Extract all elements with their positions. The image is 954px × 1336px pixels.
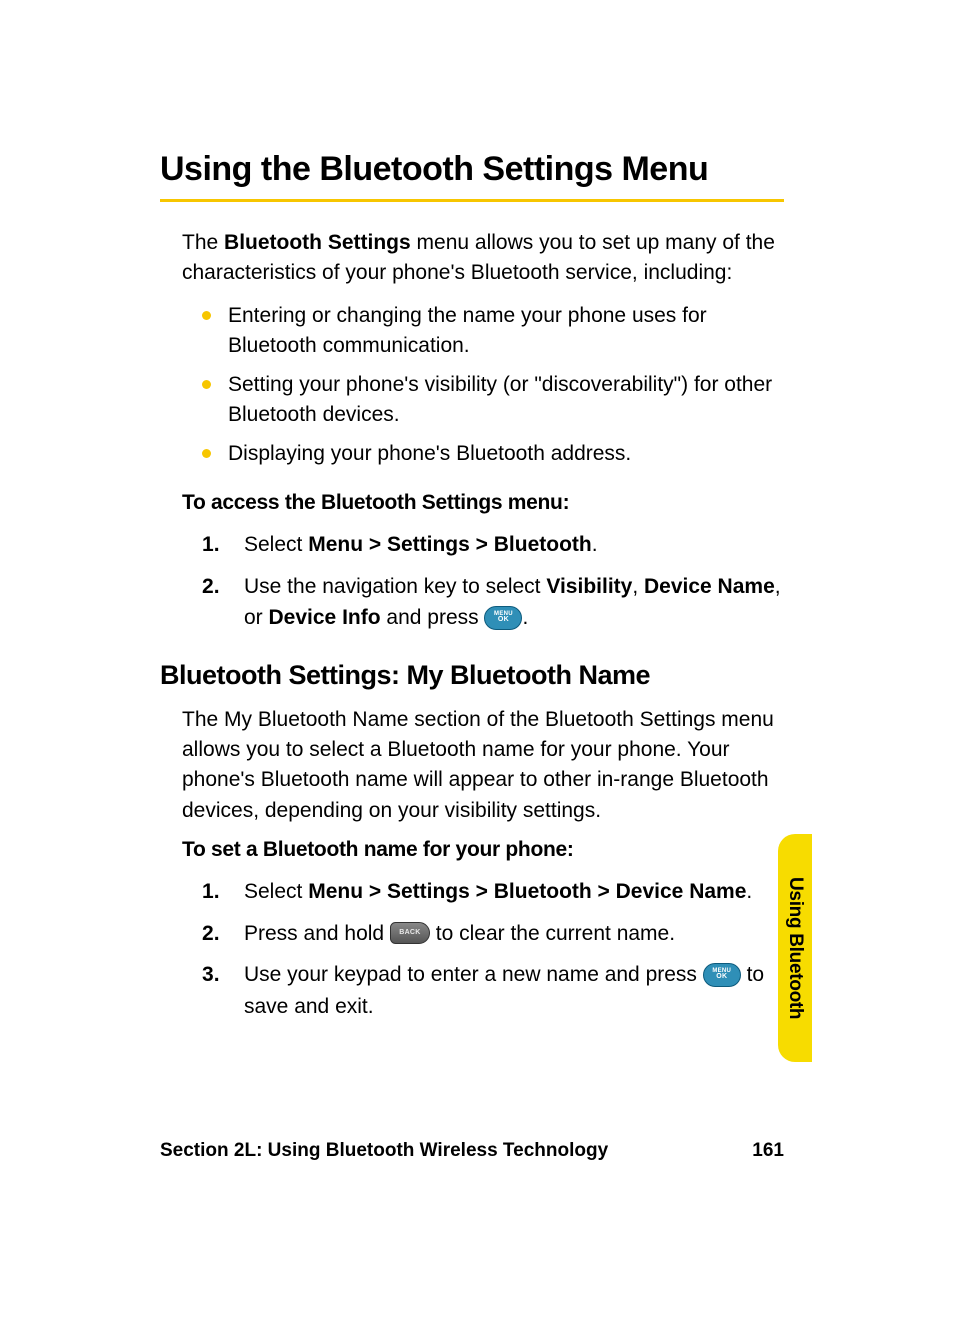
list-item: Entering or changing the name your phone… [202,301,784,362]
access-steps-list: Select Menu > Settings > Bluetooth. Use … [160,529,784,634]
side-tab-label: Using Bluetooth [784,877,806,1019]
section-side-tab: Using Bluetooth [778,834,812,1062]
footer-section-label: Section 2L: Using Bluetooth Wireless Tec… [160,1140,608,1162]
name-paragraph: The My Bluetooth Name section of the Blu… [160,705,784,827]
page-title: Using the Bluetooth Settings Menu [160,150,784,189]
list-item: Setting your phone's visibility (or "dis… [202,370,784,431]
title-rule [160,199,784,202]
set-name-subheading: To set a Bluetooth name for your phone: [182,838,784,862]
list-item: Select Menu > Settings > Bluetooth. [202,529,784,561]
section-heading: Bluetooth Settings: My Bluetooth Name [160,660,784,691]
list-item: Use the navigation key to select Visibil… [202,571,784,634]
menu-ok-key-icon: MENUOK [484,606,522,630]
list-item: Use your keypad to enter a new name and … [202,959,784,1022]
back-key-icon: BACK [390,922,430,944]
page-footer: Section 2L: Using Bluetooth Wireless Tec… [160,1140,784,1162]
set-name-steps-list: Select Menu > Settings > Bluetooth > Dev… [160,876,784,1022]
list-item: Press and hold BACK to clear the current… [202,918,784,950]
intro-paragraph: The Bluetooth Settings menu allows you t… [160,228,784,289]
feature-bullet-list: Entering or changing the name your phone… [160,301,784,469]
page-number: 161 [752,1140,784,1162]
list-item: Displaying your phone's Bluetooth addres… [202,439,784,469]
access-subheading: To access the Bluetooth Settings menu: [182,491,784,515]
list-item: Select Menu > Settings > Bluetooth > Dev… [202,876,784,908]
menu-ok-key-icon: MENUOK [703,963,741,987]
